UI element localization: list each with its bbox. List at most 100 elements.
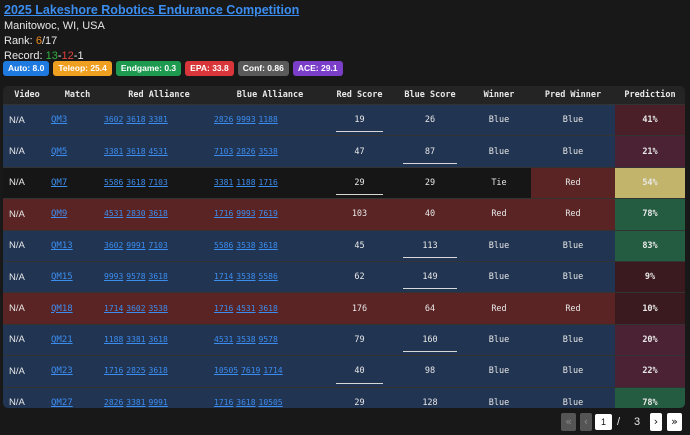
prediction-cell: 41%	[615, 104, 685, 136]
next-page-button[interactable]: ›	[650, 413, 662, 431]
team-link[interactable]: 3618	[126, 178, 145, 187]
team-link[interactable]: 3602	[104, 115, 123, 124]
team-link[interactable]: 1716	[104, 366, 123, 375]
blue-score-cell: 160	[393, 324, 467, 355]
team-link[interactable]: 3538	[259, 147, 278, 156]
team-link[interactable]: 1188	[236, 178, 255, 187]
team-link[interactable]: 4531	[236, 304, 255, 313]
team-link[interactable]: 3538	[236, 335, 255, 344]
red-score-cell: 40	[326, 356, 393, 387]
match-link[interactable]: QM18	[51, 304, 73, 314]
team-link[interactable]: 3602	[126, 304, 145, 313]
match-link[interactable]: QM15	[51, 272, 73, 282]
team-link[interactable]: 3381	[126, 335, 145, 344]
team-link[interactable]: 9993	[236, 209, 255, 218]
team-link[interactable]: 7103	[214, 147, 233, 156]
red-score-cell: 62	[326, 261, 393, 292]
team-link[interactable]: 3618	[236, 398, 255, 407]
red-score: 79	[354, 334, 365, 345]
team-link[interactable]: 9993	[236, 115, 255, 124]
last-page-button[interactable]: »	[667, 413, 682, 431]
blue-score: 40	[424, 209, 436, 220]
team-link[interactable]: 1188	[259, 115, 278, 124]
first-page-button[interactable]: «	[561, 413, 576, 431]
match-link[interactable]: QM13	[51, 241, 73, 251]
stat-badges: Auto: 8.0 Teleop: 25.4 Endgame: 0.3 EPA: 33…	[3, 61, 343, 76]
page-number-input[interactable]: 1	[595, 414, 612, 430]
team-link[interactable]: 1714	[104, 304, 123, 313]
team-link[interactable]: 1714	[263, 366, 282, 375]
team-link[interactable]: 3381	[126, 398, 145, 407]
col-match: Match	[51, 86, 104, 105]
team-link[interactable]: 9993	[104, 272, 123, 281]
match-link[interactable]: QM5	[51, 147, 67, 157]
stat-badge: Teleop: 25.4	[53, 61, 112, 76]
team-link[interactable]: 4531	[149, 147, 168, 156]
match-cell: QM18	[51, 293, 104, 324]
red-alliance-cell: 4531 2830 3618	[104, 199, 214, 230]
pred-winner-cell: Blue	[531, 104, 615, 136]
match-link[interactable]: QM27	[51, 398, 73, 408]
team-link[interactable]: 3602	[104, 241, 123, 250]
team-link[interactable]: 9991	[149, 398, 168, 407]
blue-alliance-cell: 10505 7619 1714	[214, 356, 326, 387]
team-link[interactable]: 4531	[214, 335, 233, 344]
team-link[interactable]: 1716	[214, 304, 233, 313]
team-link[interactable]: 3618	[149, 335, 168, 344]
match-cell: QM15	[51, 261, 104, 292]
team-link[interactable]: 1716	[259, 178, 278, 187]
team-link[interactable]: 10505	[259, 398, 283, 407]
team-link[interactable]: 5586	[214, 241, 233, 250]
team-link[interactable]: 7103	[149, 241, 168, 250]
prev-page-button[interactable]: ‹	[580, 413, 592, 431]
red-alliance-cell: 3602 3618 3381	[104, 105, 214, 136]
team-link[interactable]: 7619	[241, 366, 260, 375]
blue-alliance-cell: 2826 9993 1188	[214, 105, 326, 136]
team-link[interactable]: 2825	[126, 366, 145, 375]
team-link[interactable]: 2826	[104, 398, 123, 407]
team-link[interactable]: 9991	[126, 241, 145, 250]
team-link[interactable]: 7619	[259, 209, 278, 218]
prediction-cell: 78%	[615, 198, 685, 231]
matches-table: Video Match Red Alliance Blue Alliance R…	[3, 86, 685, 408]
team-link[interactable]: 2826	[214, 115, 233, 124]
team-link[interactable]: 3618	[149, 272, 168, 281]
match-link[interactable]: QM7	[51, 178, 67, 188]
team-link[interactable]: 1714	[214, 272, 233, 281]
match-link[interactable]: QM3	[51, 115, 67, 125]
team-link[interactable]: 4531	[104, 209, 123, 218]
team-link[interactable]: 2830	[126, 209, 145, 218]
team-link[interactable]: 3381	[104, 147, 123, 156]
team-link[interactable]: 3381	[214, 178, 233, 187]
match-link[interactable]: QM23	[51, 366, 73, 376]
team-link[interactable]: 5586	[104, 178, 123, 187]
team-link[interactable]: 3538	[149, 304, 168, 313]
team-link[interactable]: 9578	[259, 335, 278, 344]
team-link[interactable]: 1716	[214, 398, 233, 407]
match-cell: QM5	[51, 136, 104, 167]
team-link[interactable]: 3538	[236, 241, 255, 250]
blue-score: 128	[422, 397, 438, 408]
team-link[interactable]: 3618	[259, 304, 278, 313]
blue-score-cell: 64	[393, 293, 467, 324]
team-link[interactable]: 3618	[126, 115, 145, 124]
team-link[interactable]: 5586	[259, 272, 278, 281]
team-link[interactable]: 3381	[149, 115, 168, 124]
team-link[interactable]: 1716	[214, 209, 233, 218]
team-link[interactable]: 3618	[126, 147, 145, 156]
match-link[interactable]: QM21	[51, 335, 73, 345]
team-link[interactable]: 3618	[259, 241, 278, 250]
team-link[interactable]: 2826	[236, 147, 255, 156]
team-link[interactable]: 9578	[126, 272, 145, 281]
team-link[interactable]: 1188	[104, 335, 123, 344]
team-link[interactable]: 10505	[214, 366, 238, 375]
event-title[interactable]: 2025 Lakeshore Robotics Endurance Compet…	[4, 3, 299, 17]
winner-cell: Blue	[488, 397, 510, 408]
team-link[interactable]: 3538	[236, 272, 255, 281]
team-link[interactable]: 7103	[149, 178, 168, 187]
prediction-cell: 54%	[615, 167, 685, 199]
match-link[interactable]: QM9	[51, 209, 67, 219]
team-link[interactable]: 3618	[149, 209, 168, 218]
team-link[interactable]: 3618	[149, 366, 168, 375]
table-header: Video Match Red Alliance Blue Alliance R…	[3, 86, 685, 105]
